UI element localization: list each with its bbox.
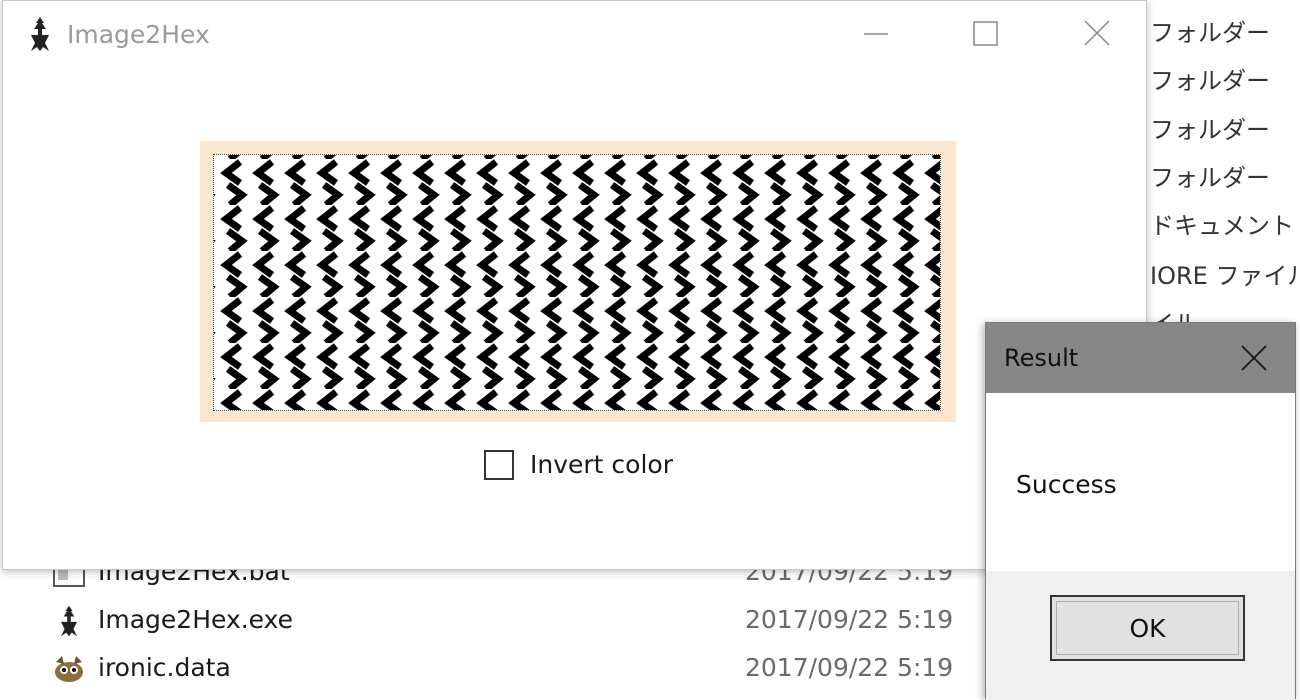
file-type-cell: ドキュメント xyxy=(1150,212,1294,240)
image2hex-window: Image2Hex Invert color xyxy=(2,0,1147,570)
result-dialog: Result Success OK xyxy=(985,322,1296,700)
image-preview-frame xyxy=(200,141,956,422)
app-icon xyxy=(31,17,49,51)
file-type-cell: IORE ファイル xyxy=(1150,262,1300,290)
image-preview xyxy=(213,154,941,411)
dialog-close-button[interactable] xyxy=(1226,335,1282,381)
file-row[interactable]: ironic.data 2017/09/22 5:19 xyxy=(0,644,990,692)
file-type-cell: フォルダー xyxy=(1150,164,1270,192)
ok-button[interactable]: OK xyxy=(1050,595,1245,661)
dialog-titlebar[interactable]: Result xyxy=(986,323,1295,393)
dialog-footer: OK xyxy=(986,571,1295,700)
maximize-button[interactable] xyxy=(955,11,1015,57)
file-name: ironic.data xyxy=(98,653,231,682)
file-type-cell: フォルダー xyxy=(1150,116,1270,144)
file-type-cell: フォルダー xyxy=(1150,19,1270,47)
file-type-cell: フォルダー xyxy=(1150,67,1270,95)
close-button[interactable] xyxy=(1067,11,1127,57)
maximize-icon xyxy=(973,21,998,46)
file-row[interactable]: Image2Hex.exe 2017/09/22 5:19 xyxy=(0,596,990,644)
close-icon xyxy=(1084,20,1110,46)
gimp-file-icon xyxy=(55,656,83,682)
file-name: Image2Hex.exe xyxy=(98,605,294,634)
minimize-icon xyxy=(864,33,888,35)
app-icon xyxy=(60,605,78,637)
dialog-title: Result xyxy=(1004,344,1079,372)
dialog-message: Success xyxy=(1016,470,1117,499)
pattern-image xyxy=(214,155,940,410)
file-date: 2017/09/22 5:19 xyxy=(745,605,954,634)
window-titlebar[interactable]: Image2Hex xyxy=(3,1,1146,69)
close-icon xyxy=(1241,345,1267,371)
minimize-button[interactable] xyxy=(846,11,906,57)
checkbox-box[interactable] xyxy=(484,450,514,480)
file-date: 2017/09/22 5:19 xyxy=(745,653,954,682)
window-title: Image2Hex xyxy=(67,20,210,49)
checkbox-label[interactable]: Invert color xyxy=(530,448,673,482)
